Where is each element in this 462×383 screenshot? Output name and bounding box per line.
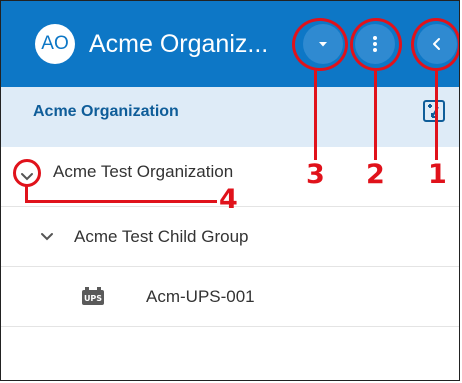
tree-toggle-organization[interactable] [17, 167, 37, 187]
callout-number-3: 3 [306, 159, 325, 190]
tree-item-device[interactable]: UPS Acm-UPS-001 [1, 267, 459, 327]
navigation-panel: AO Acme Organiz... Acme Organization Acm… [0, 0, 460, 381]
tree-item-label: Acm-UPS-001 [146, 287, 255, 306]
dropdown-caret-icon [319, 42, 327, 47]
collapse-panel-button[interactable] [417, 24, 457, 64]
more-options-button[interactable] [355, 24, 395, 64]
callout-number-1: 1 [428, 159, 447, 190]
tree-item-child-group[interactable]: Acme Test Child Group [1, 207, 459, 267]
callout-number-4: 4 [219, 184, 238, 215]
tree-item-label: Acme Test Child Group [74, 227, 249, 246]
tree-toggle-child-group[interactable] [37, 227, 57, 247]
callout-number-2: 2 [366, 159, 385, 190]
organization-header: Acme Organization [1, 87, 459, 147]
collapse-panel-icon [433, 38, 440, 50]
ups-device-icon: UPS [82, 287, 104, 305]
panel-header: AO Acme Organiz... [1, 1, 459, 87]
chevron-down-icon [41, 233, 53, 241]
tree-item-label: Acme Test Organization [53, 162, 234, 181]
ups-icon-text: UPS [84, 294, 102, 303]
more-vertical-icon [373, 36, 377, 52]
organization-label[interactable]: Acme Organization [33, 87, 179, 137]
chevron-down-icon [21, 173, 33, 181]
avatar[interactable]: AO [35, 24, 75, 64]
organization-title[interactable]: Acme Organiz... [89, 24, 268, 64]
tree-expand-icon[interactable] [422, 99, 446, 123]
organization-dropdown-button[interactable] [303, 24, 343, 64]
